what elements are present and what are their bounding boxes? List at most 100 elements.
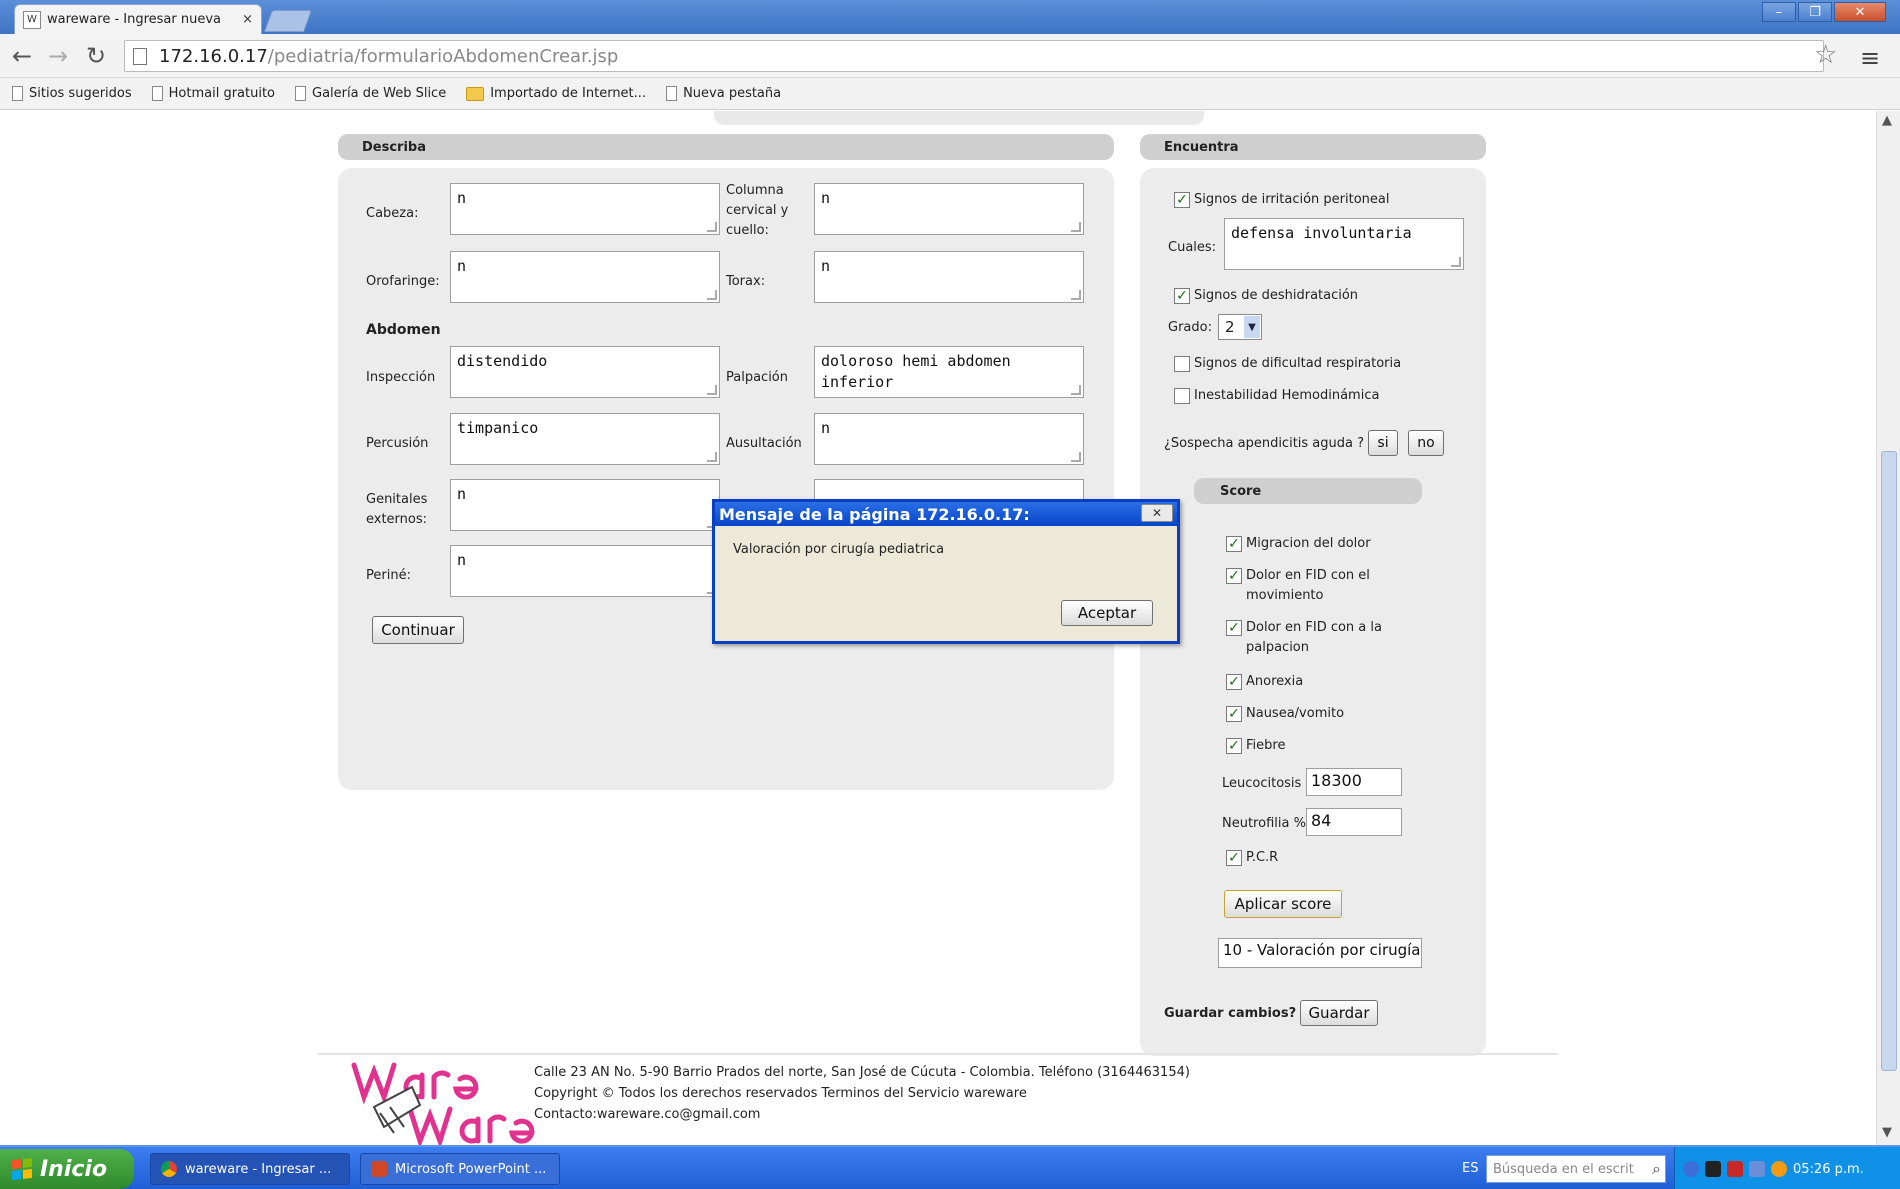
vertical-scrollbar[interactable]: ▲ ▼ [1876, 111, 1900, 1145]
dificultad-row[interactable]: Signos de dificultad respiratoria [1174, 354, 1401, 374]
inspeccion-label: Inspección [366, 370, 436, 385]
browser-tab[interactable]: W wareware - Ingresar nueva × [14, 4, 262, 34]
scroll-thumb[interactable] [1881, 451, 1897, 1071]
dificultad-checkbox[interactable] [1174, 356, 1190, 372]
task-chrome[interactable]: wareware - Ingresar ... [150, 1153, 350, 1185]
search-icon[interactable]: ⌕ [1652, 1159, 1661, 1179]
footer-divider [318, 1053, 1558, 1055]
score-checkbox[interactable]: ✓ [1226, 620, 1242, 636]
score-checkbox[interactable]: ✓ [1226, 536, 1242, 552]
bookmark-item[interactable]: Sitios sugeridos [12, 86, 132, 101]
deshidratacion-row[interactable]: ✓ Signos de deshidratación [1174, 286, 1358, 306]
genitales-textarea[interactable]: n [450, 479, 720, 531]
page-icon [12, 86, 23, 101]
language-indicator[interactable]: ES [1462, 1161, 1478, 1176]
new-tab-button[interactable] [263, 10, 313, 32]
inestabilidad-row[interactable]: Inestabilidad Hemodinámica [1174, 386, 1379, 406]
percusion-textarea[interactable]: timpanico [450, 413, 720, 465]
bookmark-item[interactable]: Galería de Web Slice [295, 86, 446, 101]
perine-textarea[interactable]: n [450, 545, 720, 597]
score-item[interactable]: ✓ Dolor en FID con el movimiento [1226, 566, 1396, 606]
bookmark-item[interactable]: Hotmail gratuito [151, 86, 275, 101]
grado-label: Grado: [1168, 320, 1212, 335]
back-arrow-icon[interactable]: ← [8, 42, 36, 70]
network-icon[interactable] [1683, 1161, 1699, 1177]
sospecha-label: ¿Sospecha apendicitis aguda ? [1164, 436, 1365, 451]
cuales-textarea[interactable]: defensa involuntaria [1224, 218, 1464, 270]
aceptar-button[interactable]: Aceptar [1061, 600, 1153, 626]
pcr-row[interactable]: ✓ P.C.R [1226, 848, 1278, 868]
footer-copyright[interactable]: Copyright © Todos los derechos reservado… [534, 1084, 1190, 1105]
leucocitosis-input[interactable]: 18300 [1306, 768, 1402, 796]
task-powerpoint[interactable]: Microsoft PowerPoint ... [360, 1153, 560, 1185]
resultado-input[interactable]: 10 - Valoración por cirugía [1218, 938, 1422, 968]
grado-select[interactable]: 2 ▼ [1218, 314, 1262, 340]
irritacion-row[interactable]: ✓ Signos de irritación peritoneal [1174, 190, 1390, 210]
volume-icon[interactable] [1749, 1161, 1765, 1177]
inspeccion-textarea[interactable]: distendido [450, 346, 720, 398]
score-item[interactable]: ✓ Nausea/vomito [1226, 704, 1344, 724]
footer-address: Calle 23 AN No. 5-90 Barrio Prados del n… [534, 1065, 1190, 1080]
neutrofilia-input[interactable]: 84 [1306, 808, 1402, 836]
guardar-button[interactable]: Guardar [1300, 1000, 1378, 1026]
folder-icon [466, 86, 485, 101]
powerpoint-icon [371, 1161, 387, 1177]
score-item[interactable]: ✓ Migracion del dolor [1226, 534, 1371, 554]
continuar-button[interactable]: Continuar [372, 616, 464, 644]
title-bar: W wareware - Ingresar nueva × – ❐ ✕ [0, 0, 1900, 34]
scroll-down-icon[interactable]: ▼ [1882, 1125, 1892, 1140]
perine-label: Periné: [366, 568, 411, 583]
torax-textarea[interactable]: n [814, 251, 1084, 303]
inestabilidad-checkbox[interactable] [1174, 388, 1190, 404]
chrome-icon [161, 1161, 177, 1177]
reload-icon[interactable]: ↻ [82, 42, 110, 70]
si-button[interactable]: si [1368, 430, 1398, 456]
minimize-icon[interactable]: – [1762, 2, 1796, 22]
score-checkbox[interactable]: ✓ [1226, 568, 1242, 584]
address-bar[interactable]: 172.16.0.17/pediatria/formularioAbdomenC… [124, 40, 1824, 72]
start-button[interactable]: Inicio [0, 1149, 134, 1189]
describa-panel: Cabeza: n Columna cervical y cuello: n O… [338, 168, 1114, 790]
alert-dialog: Mensaje de la página 172.16.0.17: ✕ Valo… [712, 499, 1180, 644]
bookmark-folder[interactable]: Importado de Internet... [466, 86, 646, 101]
restore-icon[interactable]: ❐ [1798, 2, 1832, 22]
score-item[interactable]: ✓ Dolor en FID con a la palpacion [1226, 618, 1406, 658]
palpacion-label: Palpación [726, 370, 789, 385]
bookmark-item[interactable]: Nueva pestaña [666, 86, 781, 101]
menu-icon[interactable]: ≡ [1860, 44, 1880, 72]
pdf-icon[interactable] [1727, 1161, 1743, 1177]
pcr-checkbox[interactable]: ✓ [1226, 850, 1242, 866]
score-item[interactable]: ✓ Anorexia [1226, 672, 1303, 692]
describa-header: Describa [338, 134, 1114, 160]
irritacion-checkbox[interactable]: ✓ [1174, 192, 1190, 208]
auscultacion-textarea[interactable]: n [814, 413, 1084, 465]
desktop-search-input[interactable]: Búsqueda en el escrit ⌕ [1486, 1155, 1666, 1183]
score-checkbox[interactable]: ✓ [1226, 674, 1242, 690]
firefox-icon[interactable] [1771, 1161, 1787, 1177]
dialog-title: Mensaje de la página 172.16.0.17: [719, 504, 1030, 524]
cabeza-textarea[interactable]: n [450, 183, 720, 235]
columna-textarea[interactable]: n [814, 183, 1084, 235]
dialog-title-bar: Mensaje de la página 172.16.0.17: ✕ [715, 502, 1177, 526]
deshidratacion-checkbox[interactable]: ✓ [1174, 288, 1190, 304]
score-checkbox[interactable]: ✓ [1226, 706, 1242, 722]
footer-contact[interactable]: Contacto:wareware.co@gmail.com [534, 1105, 1190, 1126]
bookmark-star-icon[interactable]: ☆ [1814, 40, 1837, 70]
forward-arrow-icon[interactable]: → [44, 42, 72, 70]
page-viewport: Describa Cabeza: n Columna cervical y cu… [0, 111, 1876, 1145]
tray-app-icon[interactable] [1705, 1161, 1721, 1177]
dialog-message: Valoración por cirugía pediatrica [733, 542, 945, 557]
scroll-up-icon[interactable]: ▲ [1882, 113, 1892, 128]
cabeza-label: Cabeza: [366, 206, 419, 221]
close-icon[interactable]: ✕ [1141, 504, 1173, 522]
orofaringe-textarea[interactable]: n [450, 251, 720, 303]
close-window-icon[interactable]: ✕ [1834, 2, 1886, 22]
tab-close-icon[interactable]: × [242, 12, 253, 27]
aplicar-score-button[interactable]: Aplicar score [1224, 890, 1342, 918]
auscultacion-label: Ausultación [726, 436, 802, 451]
score-checkbox[interactable]: ✓ [1226, 738, 1242, 754]
palpacion-textarea[interactable]: doloroso hemi abdomen inferior [814, 346, 1084, 398]
score-item[interactable]: ✓ Fiebre [1226, 736, 1285, 756]
no-button[interactable]: no [1408, 430, 1444, 456]
bookmarks-bar: Sitios sugeridos Hotmail gratuito Galerí… [0, 78, 1900, 110]
